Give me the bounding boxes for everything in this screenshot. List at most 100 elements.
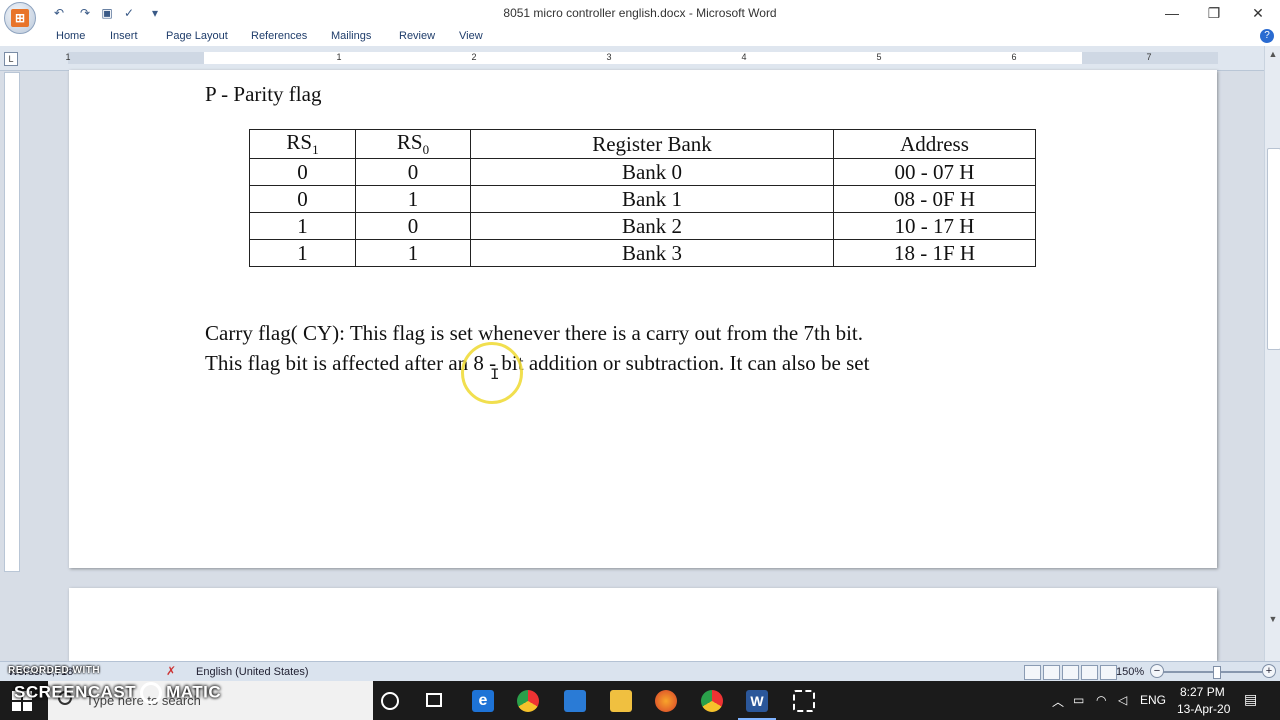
language-indicator[interactable]: English (United States) — [196, 666, 309, 678]
draft-icon[interactable] — [1100, 665, 1117, 680]
document-page[interactable]: P - Parity flag RS1 RS0 Register Bank Ad… — [69, 70, 1217, 568]
vertical-ruler[interactable] — [4, 72, 20, 572]
table-cell: Bank 3 — [470, 239, 834, 268]
chrome-icon[interactable] — [701, 690, 723, 712]
table-cell: 1 — [249, 212, 356, 241]
register-bank-table: RS1 RS0 Register Bank Address 0 0 Bank 0… — [249, 128, 1036, 268]
table-cell: 1 — [249, 239, 356, 268]
cortana-icon[interactable] — [381, 692, 399, 710]
ruler-number: 7 — [1146, 52, 1152, 62]
zoom-level[interactable]: 150% — [1116, 666, 1144, 678]
clock-time[interactable]: 8:27 PM — [1180, 685, 1225, 699]
chrome-icon[interactable] — [517, 690, 539, 712]
volume-icon[interactable]: ◁ — [1118, 693, 1127, 707]
edge-icon[interactable]: e — [472, 690, 494, 712]
table-header: Register Bank — [470, 128, 834, 160]
close-button[interactable]: ✕ — [1236, 0, 1280, 26]
recorded-with-watermark: RECORDED WITH — [8, 665, 101, 676]
tab-references[interactable]: References — [251, 30, 307, 42]
task-view-icon[interactable] — [426, 693, 442, 707]
table-header-row: RS1 RS0 Register Bank Address — [249, 128, 1036, 160]
ruler-number: 6 — [1011, 52, 1017, 62]
mail-icon[interactable] — [564, 690, 586, 712]
title-bar: ↶ ↷ ▣ ✓ ▾ 8051 micro controller english.… — [0, 0, 1280, 26]
watermark-brand-right: MATIC — [166, 682, 222, 702]
text-cursor-icon: I — [490, 366, 500, 384]
table-cell: Bank 2 — [470, 212, 834, 241]
print-layout-icon[interactable] — [1024, 665, 1041, 680]
outline-icon[interactable] — [1081, 665, 1098, 680]
file-explorer-icon[interactable] — [610, 690, 632, 712]
input-language[interactable]: ENG — [1140, 693, 1166, 707]
ruler-bar: L 1 1 2 3 4 5 6 7 — [0, 46, 1280, 71]
tab-insert[interactable]: Insert — [110, 30, 138, 42]
ruler-number: 1 — [336, 52, 342, 62]
table-header: Address — [833, 128, 1036, 160]
watermark-logo-icon — [140, 682, 163, 704]
office-button[interactable]: ⊞ — [4, 2, 36, 34]
tab-selector-icon[interactable]: L — [4, 52, 18, 66]
web-layout-icon[interactable] — [1062, 665, 1079, 680]
firefox-icon[interactable] — [655, 690, 677, 712]
word-icon[interactable]: W — [746, 690, 768, 712]
table-header: RS1 — [249, 128, 356, 160]
watermark-brand-left: SCREENCAST — [14, 682, 137, 702]
vertical-scrollbar[interactable]: ▲ ▼ — [1264, 46, 1280, 661]
tab-home[interactable]: Home — [56, 30, 85, 42]
next-document-page[interactable] — [69, 588, 1217, 661]
status-bar: Words: 5,718 ✗ English (United States) 1… — [0, 661, 1280, 682]
table-cell: 1 — [355, 185, 471, 214]
screencast-o-matic-watermark: SCREENCAST MATIC — [14, 682, 221, 704]
scrollbar-thumb[interactable] — [1267, 148, 1280, 350]
ruler-number: 4 — [741, 52, 747, 62]
ruler-number: 1 — [65, 52, 71, 62]
scroll-up-icon[interactable]: ▲ — [1265, 46, 1280, 62]
table-cell: Bank 1 — [470, 185, 834, 214]
ruler-number: 5 — [876, 52, 882, 62]
carry-flag-paragraph: Carry flag( CY): This flag is set whenev… — [205, 318, 1135, 378]
table-header: RS0 — [355, 128, 471, 160]
show-hidden-icons-icon[interactable]: ︿ — [1052, 693, 1064, 710]
table-row: 0 1 Bank 1 08 - 0F H — [249, 185, 1036, 214]
table-cell: 08 - 0F H — [833, 185, 1036, 214]
zoom-slider-handle[interactable] — [1213, 666, 1221, 679]
table-cell: 1 — [355, 239, 471, 268]
section-heading: P - Parity flag — [205, 82, 322, 106]
tab-mailings[interactable]: Mailings — [331, 30, 371, 42]
ruler-number: 2 — [471, 52, 477, 62]
ruler-number: 3 — [606, 52, 612, 62]
clock-date[interactable]: 13-Apr-20 — [1177, 702, 1230, 716]
full-screen-reading-icon[interactable] — [1043, 665, 1060, 680]
minimize-button[interactable]: — — [1150, 0, 1194, 26]
tab-page-layout[interactable]: Page Layout — [166, 30, 228, 42]
proofing-icon[interactable]: ✗ — [166, 664, 180, 678]
table-row: 0 0 Bank 0 00 - 07 H — [249, 158, 1036, 187]
table-cell: 0 — [249, 158, 356, 187]
table-cell: 0 — [249, 185, 356, 214]
snipping-tool-icon[interactable] — [793, 690, 815, 712]
table-cell: Bank 0 — [470, 158, 834, 187]
tab-review[interactable]: Review — [399, 30, 435, 42]
zoom-slider[interactable] — [1152, 671, 1262, 673]
table-row: 1 1 Bank 3 18 - 1F H — [249, 239, 1036, 268]
zoom-out-icon[interactable]: − — [1150, 664, 1164, 678]
tab-view[interactable]: View — [459, 30, 483, 42]
notifications-icon[interactable]: ▤ — [1244, 691, 1257, 708]
table-cell: 10 - 17 H — [833, 212, 1036, 241]
paragraph-line: Carry flag( CY): This flag is set whenev… — [205, 321, 864, 345]
table-row: 1 0 Bank 2 10 - 17 H — [249, 212, 1036, 241]
wifi-icon[interactable]: ◠ — [1096, 693, 1106, 707]
window-title: 8051 micro controller english.docx - Mic… — [503, 6, 777, 20]
table-cell: 0 — [355, 158, 471, 187]
zoom-in-icon[interactable]: + — [1262, 664, 1276, 678]
table-cell: 00 - 07 H — [833, 158, 1036, 187]
table-cell: 0 — [355, 212, 471, 241]
scroll-down-icon[interactable]: ▼ — [1265, 611, 1280, 627]
battery-icon[interactable]: ▭ — [1073, 693, 1084, 707]
paragraph-line: This flag bit is affected after an 8 - b… — [205, 351, 870, 375]
restore-button[interactable]: ❐ — [1192, 0, 1236, 26]
horizontal-ruler[interactable]: 1 1 2 3 4 5 6 7 — [65, 52, 1218, 64]
help-icon[interactable]: ? — [1260, 29, 1274, 43]
ribbon-tabs: Home Insert Page Layout References Maili… — [0, 26, 1280, 46]
table-cell: 18 - 1F H — [833, 239, 1036, 268]
